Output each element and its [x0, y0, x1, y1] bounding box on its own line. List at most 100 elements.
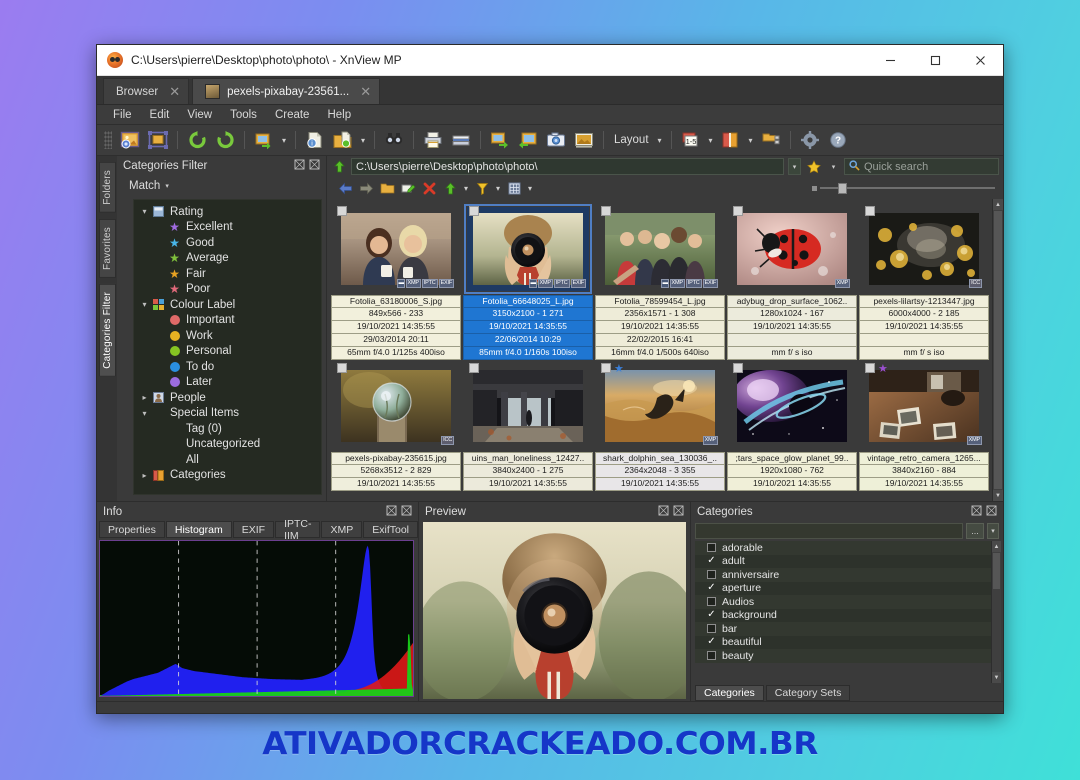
filter-tree-item[interactable]: Later: [134, 375, 321, 391]
thumbnail-box[interactable]: ▬ XMP IPTC EXIF: [335, 206, 457, 291]
filter-tree-item[interactable]: Important: [134, 313, 321, 329]
category-item[interactable]: ✓ beautiful: [695, 635, 991, 649]
thumbnail-checkbox[interactable]: [733, 206, 743, 216]
menu-file[interactable]: File: [105, 107, 140, 123]
thumbnail-cell[interactable]: ★ XMP vintage_retro_camera_1265... 3840x216…: [859, 360, 989, 491]
category-item[interactable]: beauty: [695, 649, 991, 663]
tree-twisty-icon[interactable]: ▸: [138, 393, 151, 402]
thumbnail-checkbox[interactable]: [601, 363, 611, 373]
close-panel-icon[interactable]: [986, 505, 999, 518]
export-icon[interactable]: [487, 128, 513, 153]
quick-search-input[interactable]: Quick search: [844, 158, 999, 175]
filter-icon[interactable]: [472, 179, 492, 197]
thumbnail-box[interactable]: XMP: [731, 206, 853, 291]
scrollbar-thumb[interactable]: [993, 553, 1000, 589]
filter-tree-item[interactable]: Uncategorized: [134, 437, 321, 453]
tab-browser-close-icon[interactable]: ✕: [169, 84, 180, 100]
menu-help[interactable]: Help: [319, 107, 359, 123]
thumbnail-box[interactable]: ICC: [335, 363, 457, 448]
close-panel-icon[interactable]: [673, 505, 686, 518]
scrollbar-track[interactable]: [992, 590, 1001, 672]
folder-sort-icon[interactable]: [758, 128, 784, 153]
filter-tree-item[interactable]: Personal: [134, 344, 321, 360]
thumbnail-checkbox[interactable]: [469, 363, 479, 373]
open-image-icon[interactable]: [117, 128, 143, 153]
thumbnail-image-area[interactable]: ▬ XMP IPTC EXIF: [463, 203, 593, 295]
category-checkbox[interactable]: ✓: [707, 637, 716, 647]
info-tab-properties[interactable]: Properties: [99, 521, 165, 538]
filter-tree-item[interactable]: ▾ Special Items: [134, 406, 321, 422]
category-checkbox[interactable]: ✓: [707, 583, 716, 593]
tab-image-close-icon[interactable]: ✕: [360, 84, 371, 100]
scroll-down-icon[interactable]: ▼: [992, 672, 1001, 683]
category-dropdown-icon[interactable]: ▾: [987, 523, 999, 539]
copy-to-folder-icon[interactable]: [330, 128, 356, 153]
match-control[interactable]: Match ▾: [117, 175, 326, 197]
rename-icon[interactable]: [398, 179, 418, 197]
info-icon[interactable]: i: [302, 128, 328, 153]
browser-scrollbar[interactable]: ▲ ▼: [992, 199, 1003, 501]
category-item[interactable]: ✓ aperture: [695, 581, 991, 595]
filter-tree-item[interactable]: ★ Good: [134, 235, 321, 251]
thumbnail-checkbox[interactable]: [337, 206, 347, 216]
thumbnail-image-area[interactable]: ▬ XMP IPTC EXIF: [331, 203, 461, 295]
slider-track[interactable]: [820, 183, 995, 194]
thumbnail-box[interactable]: ▬ XMP IPTC EXIF: [599, 206, 721, 291]
menu-create[interactable]: Create: [267, 107, 318, 123]
tab-browser[interactable]: Browser ✕: [103, 78, 190, 104]
view-mode-dropdown-icon[interactable]: ▾: [525, 179, 535, 197]
category-checkbox[interactable]: ✓: [707, 556, 716, 566]
category-bottom-tab-categories[interactable]: Categories: [695, 685, 764, 701]
tab-image-preview[interactable]: pexels-pixabay-23561... ✕: [192, 78, 381, 104]
view-mode-icon[interactable]: [504, 179, 524, 197]
filter-tree-item[interactable]: ▾ Rating: [134, 204, 321, 220]
info-tab-histogram[interactable]: Histogram: [165, 521, 232, 538]
menu-view[interactable]: View: [179, 107, 220, 123]
category-item[interactable]: ✓ background: [695, 608, 991, 622]
thumbnail-cell[interactable]: XMP adybug_drop_surface_1062.. 1280x1024 -…: [727, 203, 857, 360]
thumbnail-cell[interactable]: ▬ XMP IPTC EXIF Fotolia_78599454_L.jpg 2356x1…: [595, 203, 725, 360]
slider-knob[interactable]: [838, 183, 847, 194]
thumbnail-box[interactable]: ICC: [863, 206, 985, 291]
thumbnail-checkbox[interactable]: [865, 363, 875, 373]
print-icon[interactable]: [420, 128, 446, 153]
thumbnail-cell[interactable]: ★ XMP shark_dolphin_sea_130036_.. 2364x2048…: [595, 360, 725, 491]
thumbnail-box[interactable]: [467, 363, 589, 448]
screen-capture-icon[interactable]: [543, 128, 569, 153]
catalog-dropdown-icon[interactable]: ▾: [746, 128, 756, 153]
scroll-down-icon[interactable]: ▼: [993, 490, 1003, 501]
thumbnail-rating-star-icon[interactable]: ★: [878, 362, 888, 375]
filter-tree-item[interactable]: ★ Poor: [134, 282, 321, 298]
thumbnail-image-area[interactable]: [463, 360, 593, 452]
close-button[interactable]: [958, 45, 1003, 76]
menu-tools[interactable]: Tools: [222, 107, 265, 123]
thumbnail-checkbox[interactable]: [337, 363, 347, 373]
category-item[interactable]: Audios: [695, 595, 991, 609]
catalog-icon[interactable]: [718, 128, 744, 153]
thumbnail-box[interactable]: ▬ XMP IPTC EXIF: [464, 204, 592, 294]
rotate-left-icon[interactable]: [184, 128, 210, 153]
category-item[interactable]: bar: [695, 622, 991, 636]
info-tab-iptc-iim[interactable]: IPTC-IIM: [275, 518, 321, 542]
forward-icon[interactable]: [356, 179, 376, 197]
thumbnail-cell[interactable]: ▬ XMP IPTC EXIF Fotolia_66648025_L.jpg 3150x2…: [463, 203, 593, 360]
thumbnail-image-area[interactable]: ★ XMP: [859, 360, 989, 452]
thumbnail-image-area[interactable]: XMP: [727, 203, 857, 295]
layout-dropdown-icon[interactable]: ▾: [655, 128, 665, 153]
category-checkbox[interactable]: [707, 651, 716, 661]
maximize-button[interactable]: [913, 45, 958, 76]
side-tab-categories-filter[interactable]: Categories Filter: [98, 283, 116, 377]
category-item[interactable]: adorable: [695, 541, 991, 555]
match-dropdown-icon[interactable]: ▾: [165, 182, 169, 190]
delete-icon[interactable]: [419, 179, 439, 197]
thumbnail-cell[interactable]: ICC pexels-pixabay-235615.jpg 5268x3512 - …: [331, 360, 461, 491]
thumbnail-checkbox[interactable]: [733, 363, 743, 373]
category-checkbox[interactable]: [707, 624, 716, 634]
category-list[interactable]: adorable ✓ adult anniversaire ✓ aperture Audio…: [695, 541, 1001, 683]
info-tab-xmp[interactable]: XMP: [321, 521, 363, 538]
float-panel-icon[interactable]: [971, 505, 984, 518]
thumbnail-image-area[interactable]: ICC: [331, 360, 461, 452]
thumbnail-checkbox[interactable]: [469, 206, 479, 216]
thumbnail-cell[interactable]: uins_man_loneliness_12427.. 3840x2400 - 1…: [463, 360, 593, 491]
minimize-button[interactable]: [868, 45, 913, 76]
